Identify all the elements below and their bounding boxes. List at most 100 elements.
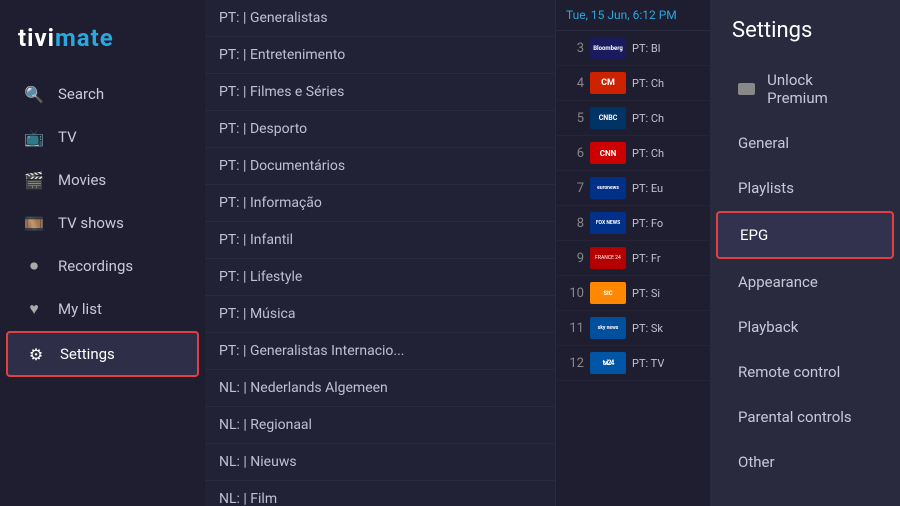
channel-number: 5 — [564, 111, 584, 126]
channel-logo: Bloomberg — [590, 37, 626, 59]
channel-logo: FRANCE 24 — [590, 247, 626, 269]
settings-label-remote-control: Remote control — [738, 363, 840, 381]
channel-logo: euronews — [590, 177, 626, 199]
channel-logo: CNBC — [590, 107, 626, 129]
channel-number: 6 — [564, 146, 584, 161]
channel-name: PT: Fo — [632, 217, 663, 230]
settings-item-appearance[interactable]: Appearance — [716, 260, 894, 304]
channels-main: Tue, 15 Jun, 6:12 PM 3 Bloomberg PT: Bl … — [555, 0, 710, 506]
channel-name: PT: Bl — [632, 42, 660, 55]
channel-name: PT: TV — [632, 357, 664, 370]
channel-logo: SIC — [590, 282, 626, 304]
channel-number: 3 — [564, 41, 584, 56]
channel-row[interactable]: 12 tvi24 PT: TV — [556, 346, 710, 381]
settings-item-unlock-premium[interactable]: Unlock Premium — [716, 58, 894, 120]
channel-row[interactable]: 10 SIC PT: Si — [556, 276, 710, 311]
channel-row[interactable]: 3 Bloomberg PT: Bl — [556, 31, 710, 66]
settings-item-other[interactable]: Other — [716, 440, 894, 484]
group-item[interactable]: PT: | Filmes e Séries — [205, 74, 555, 111]
channel-name: PT: Ch — [632, 147, 664, 160]
sidebar-item-settings[interactable]: ⚙ Settings — [6, 331, 199, 377]
sidebar: tivimate 🔍 Search 📺 TV 🎬 Movies 🎞️ TV sh… — [0, 0, 205, 506]
sidebar-label-movies: Movies — [58, 171, 106, 189]
settings-label-unlock-premium: Unlock Premium — [767, 71, 872, 107]
tv-icon: 📺 — [24, 127, 44, 147]
group-item[interactable]: PT: | Desporto — [205, 111, 555, 148]
group-item[interactable]: PT: | Lifestyle — [205, 259, 555, 296]
channel-time-header: Tue, 15 Jun, 6:12 PM — [556, 0, 710, 31]
channel-row[interactable]: 7 euronews PT: Eu — [556, 171, 710, 206]
channel-number: 12 — [564, 356, 584, 371]
channel-logo: sky news — [590, 317, 626, 339]
channel-number: 11 — [564, 321, 584, 336]
sidebar-item-movies[interactable]: 🎬 Movies — [6, 159, 199, 201]
settings-label-general: General — [738, 134, 789, 152]
group-item[interactable]: PT: | Música — [205, 296, 555, 333]
recordings-icon: ⏺ — [24, 256, 44, 276]
sidebar-label-settings: Settings — [60, 345, 115, 363]
sidebar-item-search[interactable]: 🔍 Search — [6, 73, 199, 115]
channel-name: PT: Si — [632, 287, 660, 300]
channel-row[interactable]: 11 sky news PT: Sk — [556, 311, 710, 346]
channel-logo: CNN — [590, 142, 626, 164]
settings-item-epg[interactable]: EPG — [716, 211, 894, 259]
channel-logo: FOX NEWS — [590, 212, 626, 234]
settings-label-epg: EPG — [740, 226, 768, 244]
channel-number: 9 — [564, 251, 584, 266]
settings-panel: Settings Unlock Premium General Playlists… — [710, 0, 900, 506]
channel-groups-panel: PT: | GeneralistasPT: | EntretenimentoPT… — [205, 0, 555, 506]
channel-row[interactable]: 4 CM PT: Ch — [556, 66, 710, 101]
search-icon: 🔍 — [24, 84, 44, 104]
key-icon — [738, 83, 755, 95]
settings-icon: ⚙ — [26, 344, 46, 364]
channel-logo: CM — [590, 72, 626, 94]
sidebar-item-tvshows[interactable]: 🎞️ TV shows — [6, 202, 199, 244]
channel-name: PT: Fr — [632, 252, 661, 265]
channel-name: PT: Ch — [632, 77, 664, 90]
settings-label-playlists: Playlists — [738, 179, 794, 197]
channel-number: 7 — [564, 181, 584, 196]
settings-label-appearance: Appearance — [738, 273, 818, 291]
settings-items-list: Unlock Premium General Playlists EPG Appear… — [710, 58, 900, 484]
sidebar-item-mylist[interactable]: ♥ My list — [6, 288, 199, 330]
group-item[interactable]: PT: | Documentários — [205, 148, 555, 185]
channel-row[interactable]: 6 CNN PT: Ch — [556, 136, 710, 171]
channel-number: 10 — [564, 286, 584, 301]
channel-row[interactable]: 8 FOX NEWS PT: Fo — [556, 206, 710, 241]
settings-item-playlists[interactable]: Playlists — [716, 166, 894, 210]
group-item[interactable]: NL: | Nieuws — [205, 444, 555, 481]
mylist-icon: ♥ — [24, 299, 44, 319]
settings-label-parental-controls: Parental controls — [738, 408, 852, 426]
group-item[interactable]: PT: | Generalistas — [205, 0, 555, 37]
settings-item-parental-controls[interactable]: Parental controls — [716, 395, 894, 439]
group-item[interactable]: NL: | Regionaal — [205, 407, 555, 444]
channel-groups-list: PT: | GeneralistasPT: | EntretenimentoPT… — [205, 0, 555, 506]
channel-name: PT: Ch — [632, 112, 664, 125]
channel-rows: 3 Bloomberg PT: Bl 4 CM PT: Ch 5 CNBC PT… — [556, 31, 710, 381]
channel-name: PT: Sk — [632, 322, 663, 335]
settings-item-remote-control[interactable]: Remote control — [716, 350, 894, 394]
sidebar-item-tv[interactable]: 📺 TV — [6, 116, 199, 158]
sidebar-item-recordings[interactable]: ⏺ Recordings — [6, 245, 199, 287]
group-item[interactable]: NL: | Nederlands Algemeen — [205, 370, 555, 407]
settings-label-other: Other — [738, 453, 775, 471]
logo-mate: mate — [55, 24, 114, 52]
group-item[interactable]: PT: | Generalistas Internacio... — [205, 333, 555, 370]
group-item[interactable]: NL: | Film — [205, 481, 555, 506]
sidebar-label-tvshows: TV shows — [58, 214, 124, 232]
sidebar-label-tv: TV — [58, 128, 77, 146]
channel-number: 4 — [564, 76, 584, 91]
group-item[interactable]: PT: | Infantil — [205, 222, 555, 259]
channel-row[interactable]: 5 CNBC PT: Ch — [556, 101, 710, 136]
group-item[interactable]: PT: | Informação — [205, 185, 555, 222]
channel-row[interactable]: 9 FRANCE 24 PT: Fr — [556, 241, 710, 276]
nav-items: 🔍 Search 📺 TV 🎬 Movies 🎞️ TV shows ⏺ Rec… — [0, 72, 205, 378]
channel-logo: tvi24 — [590, 352, 626, 374]
group-item[interactable]: PT: | Entretenimento — [205, 37, 555, 74]
logo-tivi: tivi — [18, 24, 55, 52]
settings-item-general[interactable]: General — [716, 121, 894, 165]
sidebar-label-recordings: Recordings — [58, 257, 133, 275]
movies-icon: 🎬 — [24, 170, 44, 190]
settings-item-playback[interactable]: Playback — [716, 305, 894, 349]
settings-title: Settings — [710, 0, 900, 57]
